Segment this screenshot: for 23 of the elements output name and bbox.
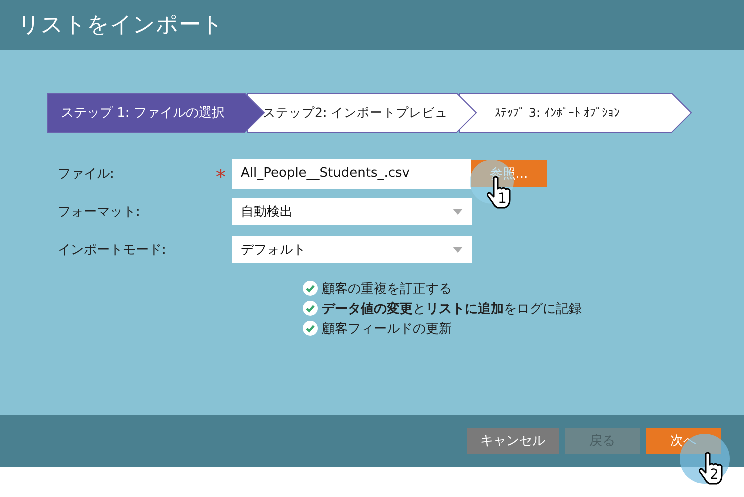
window-title: リストをインポート — [18, 12, 224, 40]
option-label: 顧客フィールドの更新 — [322, 320, 452, 338]
checkbox[interactable] — [303, 301, 318, 316]
option-label: 顧客の重複を訂正する — [322, 280, 452, 298]
caret-icon — [453, 246, 463, 252]
step-number: 1 — [498, 191, 507, 207]
field-label: ファイル: — [58, 166, 116, 182]
file-field[interactable]: All_People__Students_.csv — [232, 158, 471, 188]
dropdown[interactable]: 自動検出 — [232, 198, 472, 225]
step-tab[interactable]: ステップ2: インポートプレビュ — [247, 93, 477, 133]
hand-cursor-icon — [698, 452, 726, 486]
dropdown[interactable]: デフォルト — [232, 236, 472, 263]
step-number: 2 — [710, 467, 719, 483]
field-label: インポートモード: — [58, 242, 168, 258]
checkbox[interactable] — [303, 321, 318, 336]
option-label: データ値の変更とリストに追加をログに記録 — [322, 300, 582, 318]
field-label: フォーマット: — [58, 204, 142, 220]
dialog-button[interactable]: キャンセル — [467, 428, 559, 454]
checkbox[interactable] — [303, 281, 318, 296]
required-asterisk: * — [216, 165, 226, 189]
caret-icon — [453, 208, 463, 214]
step-tab[interactable]: ステップ 1: ファイルの選択 — [47, 93, 265, 133]
step-tab[interactable]: ｽﾃｯﾌﾟ 3: ｲﾝﾎﾟｰﾄ ｵﾌﾟｼｮﾝ — [459, 93, 692, 133]
